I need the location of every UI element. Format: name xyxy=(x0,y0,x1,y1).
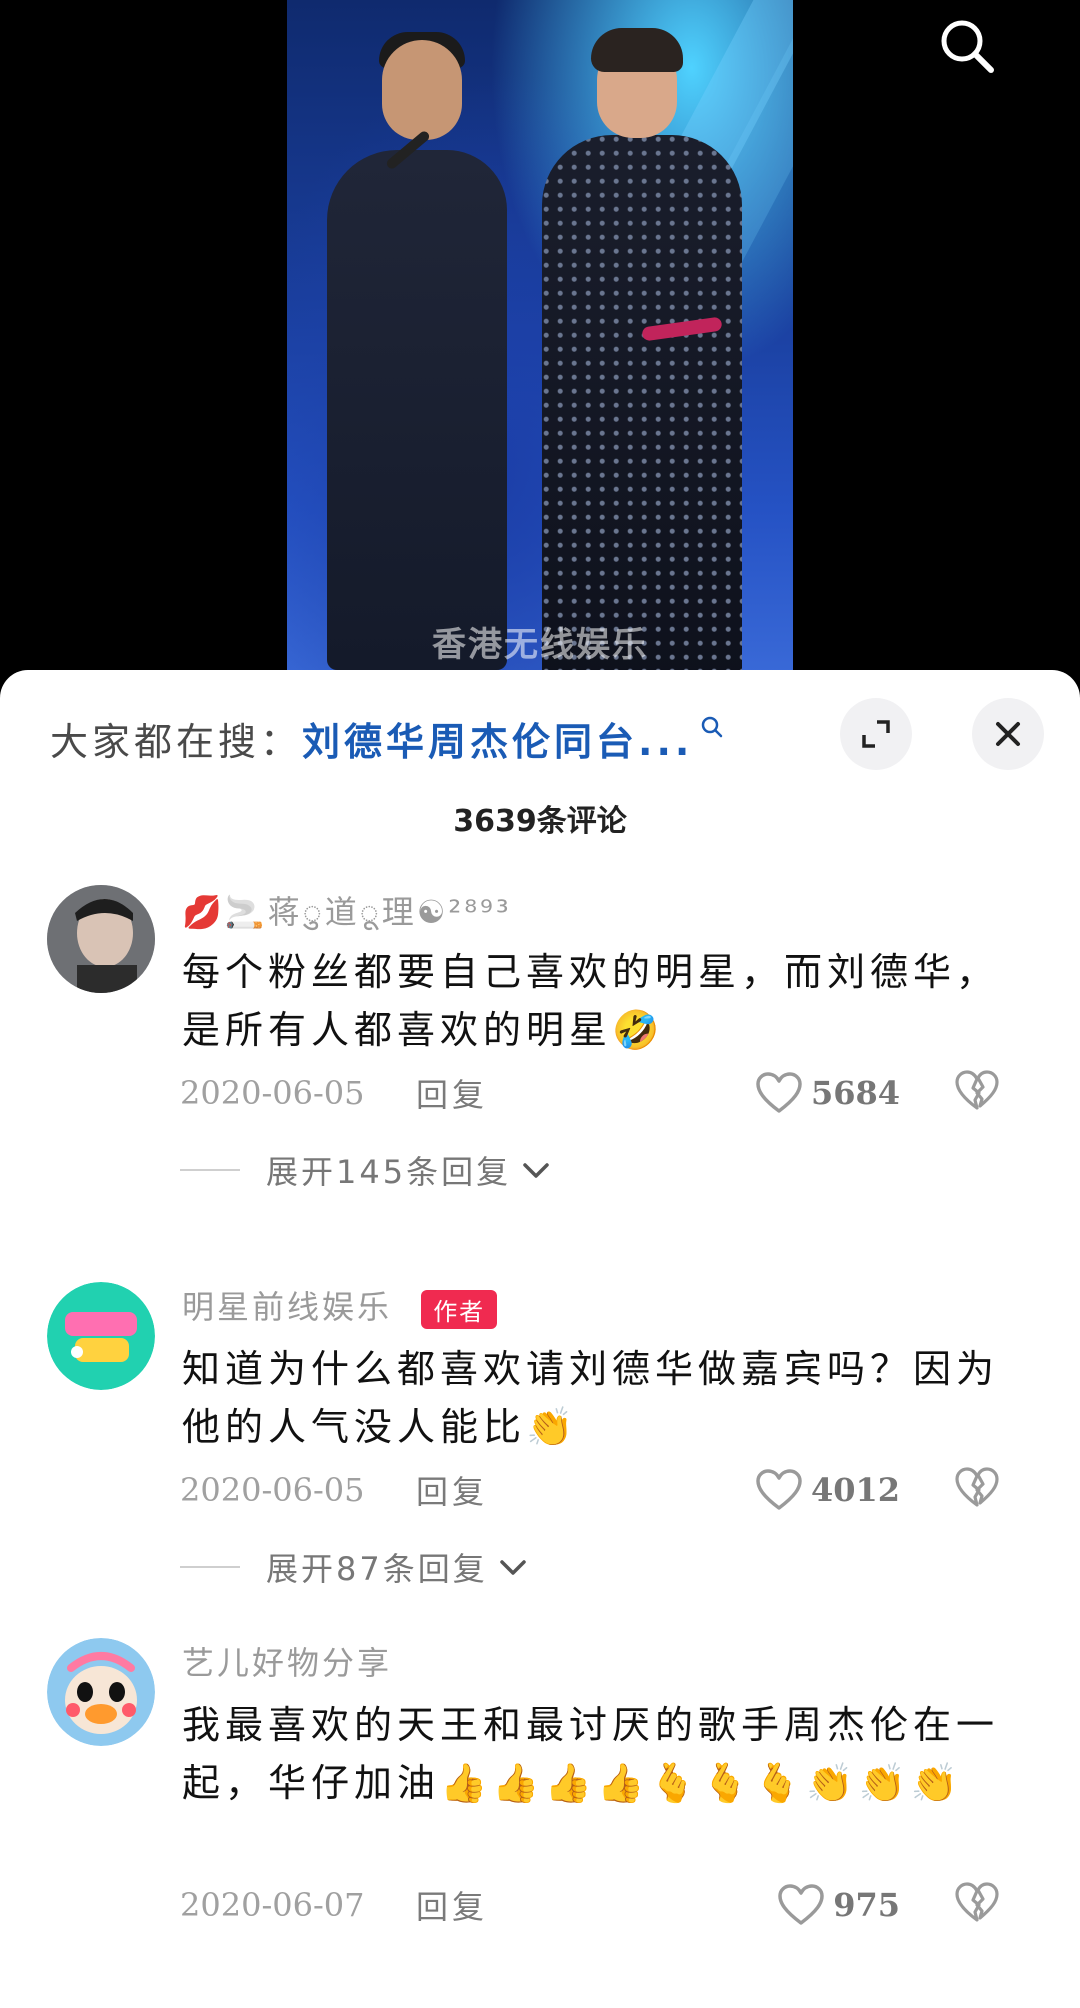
video-watermark: 香港无线娱乐 xyxy=(432,625,648,665)
search-small-icon xyxy=(702,716,723,738)
broken-heart-icon xyxy=(955,1070,999,1110)
close-sheet-button[interactable] xyxy=(972,698,1044,770)
like-button[interactable]: 4012 xyxy=(755,1468,900,1512)
username[interactable]: 明星前线娱乐 作者 xyxy=(182,1282,498,1329)
reply-button[interactable]: 回复 xyxy=(416,1070,488,1116)
expand-replies-button[interactable]: 展开145条回复 xyxy=(180,1148,553,1192)
dislike-button[interactable] xyxy=(954,1467,1000,1513)
chevron-down-icon xyxy=(523,1163,549,1178)
performer-right-hair xyxy=(591,28,683,72)
author-badge: 作者 xyxy=(421,1289,498,1329)
username[interactable]: 💋🚬蒋ु道ू理☯²⁸⁹³ xyxy=(182,887,512,933)
username-text: 明星前线娱乐 xyxy=(182,1288,393,1326)
dislike-button[interactable] xyxy=(954,1882,1000,1928)
trending-search-term[interactable]: 刘德华周杰伦同台... xyxy=(302,711,693,766)
avatar[interactable] xyxy=(47,885,155,993)
performer-right-body xyxy=(542,135,742,680)
like-count: 975 xyxy=(833,1886,900,1924)
chevron-down-icon xyxy=(499,1560,526,1575)
heart-icon xyxy=(778,1884,824,1925)
reply-button[interactable]: 回复 xyxy=(416,1882,488,1928)
comment-meta: 2020-06-07 回复 975 xyxy=(180,1880,1020,1930)
close-icon xyxy=(996,722,1020,746)
avatar-cartoon-icon xyxy=(47,1638,155,1746)
reply-button[interactable]: 回复 xyxy=(416,1467,488,1513)
like-count: 4012 xyxy=(810,1471,900,1509)
comment-text: 我最喜欢的天王和最讨厌的歌手周杰伦在一起，华仔加油👍👍👍👍🫰🫰🫰👏👏👏 xyxy=(182,1703,1000,1805)
broken-heart-icon xyxy=(955,1467,999,1507)
performer-left-body xyxy=(327,150,507,670)
comment-count: 3639条评论 xyxy=(453,804,627,839)
broken-heart-icon xyxy=(955,1882,999,1922)
comment-text: 每个粉丝都要自己喜欢的明星，而刘德华，是所有人都喜欢的明星🤣 xyxy=(182,950,1000,1052)
trending-search-bar[interactable]: 大家都在搜： 刘德华周杰伦同台... xyxy=(50,710,725,766)
comment-sheet: 大家都在搜： 刘德华周杰伦同台... 3639条评论 💋🚬蒋ु道ू理☯²⁸⁹³ … xyxy=(0,670,1080,2008)
comment-date: 2020-06-05 xyxy=(180,1074,365,1112)
heart-icon xyxy=(756,1469,802,1510)
heart-icon xyxy=(756,1072,802,1113)
expand-replies-button[interactable]: 展开87条回复 xyxy=(180,1545,530,1589)
expand-replies-label: 展开87条回复 xyxy=(266,1550,488,1588)
trending-search-prefix: 大家都在搜： xyxy=(50,719,303,764)
like-count: 5684 xyxy=(810,1074,900,1112)
comment-meta: 2020-06-05 回复 4012 xyxy=(180,1465,1020,1515)
expand-replies-label: 展开145条回复 xyxy=(266,1153,512,1191)
dislike-button[interactable] xyxy=(954,1070,1000,1116)
like-button[interactable]: 5684 xyxy=(755,1071,900,1115)
comment-date: 2020-06-05 xyxy=(180,1471,365,1509)
like-button[interactable]: 975 xyxy=(777,1883,900,1927)
comment-meta: 2020-06-05 回复 5684 xyxy=(180,1068,1020,1118)
video-player[interactable]: 香港无线娱乐 xyxy=(0,0,1080,680)
search-button[interactable] xyxy=(935,14,999,78)
divider-dash xyxy=(180,1169,240,1171)
username[interactable]: 艺儿好物分享 xyxy=(182,1638,392,1684)
comment-date: 2020-06-07 xyxy=(180,1886,365,1924)
avatar[interactable] xyxy=(47,1638,155,1746)
expand-sheet-button[interactable] xyxy=(840,698,912,770)
avatar-logo-icon xyxy=(47,1282,155,1390)
divider-dash xyxy=(180,1566,240,1568)
avatar-photo-icon xyxy=(47,885,155,993)
video-frame[interactable]: 香港无线娱乐 xyxy=(287,0,793,680)
performer-left-head xyxy=(382,40,462,140)
expand-icon xyxy=(862,720,890,748)
search-icon xyxy=(941,20,994,73)
avatar[interactable] xyxy=(47,1282,155,1390)
comment-text: 知道为什么都喜欢请刘德华做嘉宾吗？因为他的人气没人能比👏 xyxy=(182,1347,1000,1449)
